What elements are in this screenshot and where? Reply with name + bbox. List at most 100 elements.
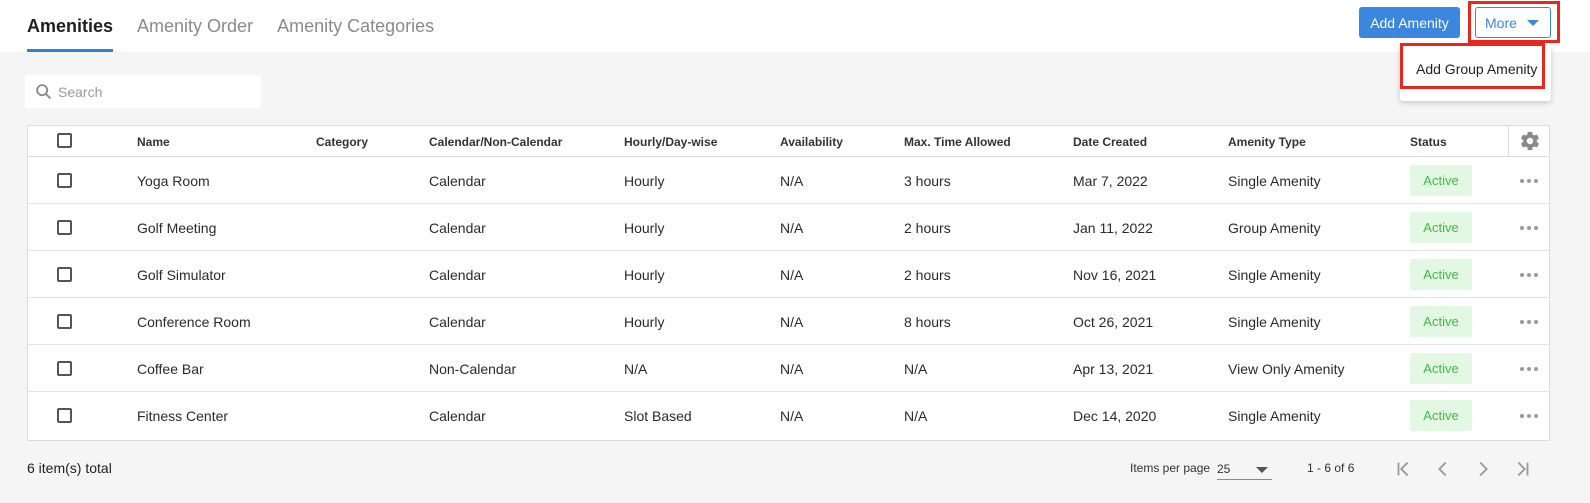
cell-amenity-type: Group Amenity bbox=[1228, 219, 1321, 236]
more-options-icon[interactable] bbox=[1520, 267, 1538, 283]
cell-calendar: Calendar bbox=[429, 313, 486, 330]
status-badge: Active bbox=[1410, 259, 1472, 290]
items-per-page-label: Items per page bbox=[1130, 461, 1211, 475]
chevron-down-icon bbox=[1256, 467, 1268, 473]
row-checkbox[interactable] bbox=[57, 314, 72, 329]
column-header-calendar[interactable]: Calendar/Non-Calendar bbox=[429, 126, 562, 157]
table-row[interactable]: Conference Room Calendar Hourly N/A 8 ho… bbox=[28, 298, 1549, 345]
first-page-icon[interactable] bbox=[1393, 458, 1415, 480]
cell-amenity-type: Single Amenity bbox=[1228, 266, 1321, 283]
total-count: 6 item(s) total bbox=[27, 460, 112, 476]
cell-availability: N/A bbox=[780, 407, 804, 424]
cell-name: Conference Room bbox=[137, 313, 251, 330]
cell-hourly: Hourly bbox=[624, 219, 665, 236]
table-row[interactable]: Fitness Center Calendar Slot Based N/A N… bbox=[28, 392, 1549, 439]
pagination-range: 1 - 6 of 6 bbox=[1307, 461, 1355, 475]
prev-page-icon[interactable] bbox=[1432, 458, 1454, 480]
column-header-availability[interactable]: Availability bbox=[780, 126, 843, 157]
select-all-checkbox[interactable] bbox=[57, 133, 72, 148]
cell-amenity-type: View Only Amenity bbox=[1228, 360, 1345, 377]
cell-amenity-type: Single Amenity bbox=[1228, 172, 1321, 189]
tab-amenity-categories[interactable]: Amenity Categories bbox=[277, 0, 434, 52]
cell-max-time: 2 hours bbox=[904, 219, 951, 236]
more-options-icon[interactable] bbox=[1520, 314, 1538, 330]
status-badge: Active bbox=[1410, 165, 1472, 196]
row-checkbox[interactable] bbox=[57, 361, 72, 376]
last-page-icon[interactable] bbox=[1511, 458, 1533, 480]
column-divider bbox=[1508, 126, 1509, 157]
column-header-amenity-type[interactable]: Amenity Type bbox=[1228, 126, 1306, 157]
search-icon bbox=[36, 83, 52, 99]
row-checkbox[interactable] bbox=[57, 173, 72, 188]
top-bar: Amenities Amenity Order Amenity Categori… bbox=[0, 0, 1590, 52]
search-input[interactable] bbox=[58, 83, 248, 100]
cell-hourly: Hourly bbox=[624, 313, 665, 330]
table-row[interactable]: Golf Simulator Calendar Hourly N/A 2 hou… bbox=[28, 251, 1549, 298]
cell-name: Coffee Bar bbox=[137, 360, 204, 377]
cell-hourly: Slot Based bbox=[624, 407, 692, 424]
more-options-icon[interactable] bbox=[1520, 173, 1538, 189]
cell-date-created: Apr 13, 2021 bbox=[1073, 360, 1154, 377]
cell-max-time: 3 hours bbox=[904, 172, 951, 189]
tab-amenity-order[interactable]: Amenity Order bbox=[137, 0, 253, 52]
cell-amenity-type: Single Amenity bbox=[1228, 313, 1321, 330]
cell-name: Golf Simulator bbox=[137, 266, 226, 283]
table-row[interactable]: Golf Meeting Calendar Hourly N/A 2 hours… bbox=[28, 204, 1549, 251]
column-header-hourly[interactable]: Hourly/Day-wise bbox=[624, 126, 717, 157]
next-page-icon[interactable] bbox=[1472, 458, 1494, 480]
items-per-page-value: 25 bbox=[1217, 461, 1231, 476]
more-dropdown-menu: Add Group Amenity bbox=[1400, 44, 1551, 101]
cell-hourly: Hourly bbox=[624, 172, 665, 189]
cell-max-time: N/A bbox=[904, 407, 928, 424]
column-header-date-created[interactable]: Date Created bbox=[1073, 126, 1147, 157]
gear-icon[interactable] bbox=[1519, 130, 1541, 152]
row-checkbox[interactable] bbox=[57, 408, 72, 423]
items-per-page-select[interactable]: 25 bbox=[1217, 458, 1272, 480]
search-box bbox=[25, 75, 261, 108]
cell-calendar: Calendar bbox=[429, 266, 486, 283]
status-badge: Active bbox=[1410, 212, 1472, 243]
cell-name: Yoga Room bbox=[137, 172, 210, 189]
cell-amenity-type: Single Amenity bbox=[1228, 407, 1321, 424]
table-row[interactable]: Yoga Room Calendar Hourly N/A 3 hours Ma… bbox=[28, 157, 1549, 204]
status-badge: Active bbox=[1410, 306, 1472, 337]
cell-availability: N/A bbox=[780, 360, 804, 377]
cell-max-time: 8 hours bbox=[904, 313, 951, 330]
cell-date-created: Oct 26, 2021 bbox=[1073, 313, 1154, 330]
table-row[interactable]: Coffee Bar Non-Calendar N/A N/A N/A Apr … bbox=[28, 345, 1549, 392]
table-header: Name Category Calendar/Non-Calendar Hour… bbox=[28, 126, 1549, 157]
cell-availability: N/A bbox=[780, 313, 804, 330]
column-header-max-time[interactable]: Max. Time Allowed bbox=[904, 126, 1011, 157]
cell-calendar: Calendar bbox=[429, 407, 486, 424]
cell-availability: N/A bbox=[780, 219, 804, 236]
cell-name: Fitness Center bbox=[137, 407, 229, 424]
cell-date-created: Mar 7, 2022 bbox=[1073, 172, 1148, 189]
status-badge: Active bbox=[1410, 353, 1472, 384]
more-button-label: More bbox=[1485, 14, 1517, 31]
row-checkbox[interactable] bbox=[57, 220, 72, 235]
column-header-category[interactable]: Category bbox=[316, 126, 368, 157]
menu-item-add-group-amenity[interactable]: Add Group Amenity bbox=[1400, 44, 1551, 94]
row-checkbox[interactable] bbox=[57, 267, 72, 282]
column-header-name[interactable]: Name bbox=[137, 126, 170, 157]
cell-calendar: Non-Calendar bbox=[429, 360, 517, 377]
more-options-icon[interactable] bbox=[1520, 408, 1538, 424]
cell-name: Golf Meeting bbox=[137, 219, 217, 236]
cell-date-created: Nov 16, 2021 bbox=[1073, 266, 1157, 283]
column-header-status[interactable]: Status bbox=[1410, 126, 1447, 157]
more-options-icon[interactable] bbox=[1520, 220, 1538, 236]
cell-calendar: Calendar bbox=[429, 219, 486, 236]
tab-bar: Amenities Amenity Order Amenity Categori… bbox=[27, 0, 458, 52]
add-amenity-button[interactable]: Add Amenity bbox=[1359, 7, 1460, 38]
cell-max-time: 2 hours bbox=[904, 266, 951, 283]
status-badge: Active bbox=[1410, 400, 1472, 431]
cell-availability: N/A bbox=[780, 266, 804, 283]
tab-amenities[interactable]: Amenities bbox=[27, 0, 114, 52]
chevron-down-icon bbox=[1526, 19, 1539, 26]
cell-max-time: N/A bbox=[904, 360, 928, 377]
more-options-icon[interactable] bbox=[1520, 361, 1538, 377]
cell-calendar: Calendar bbox=[429, 172, 486, 189]
cell-date-created: Jan 11, 2022 bbox=[1073, 219, 1153, 236]
cell-availability: N/A bbox=[780, 172, 804, 189]
more-button[interactable]: More bbox=[1475, 7, 1551, 38]
